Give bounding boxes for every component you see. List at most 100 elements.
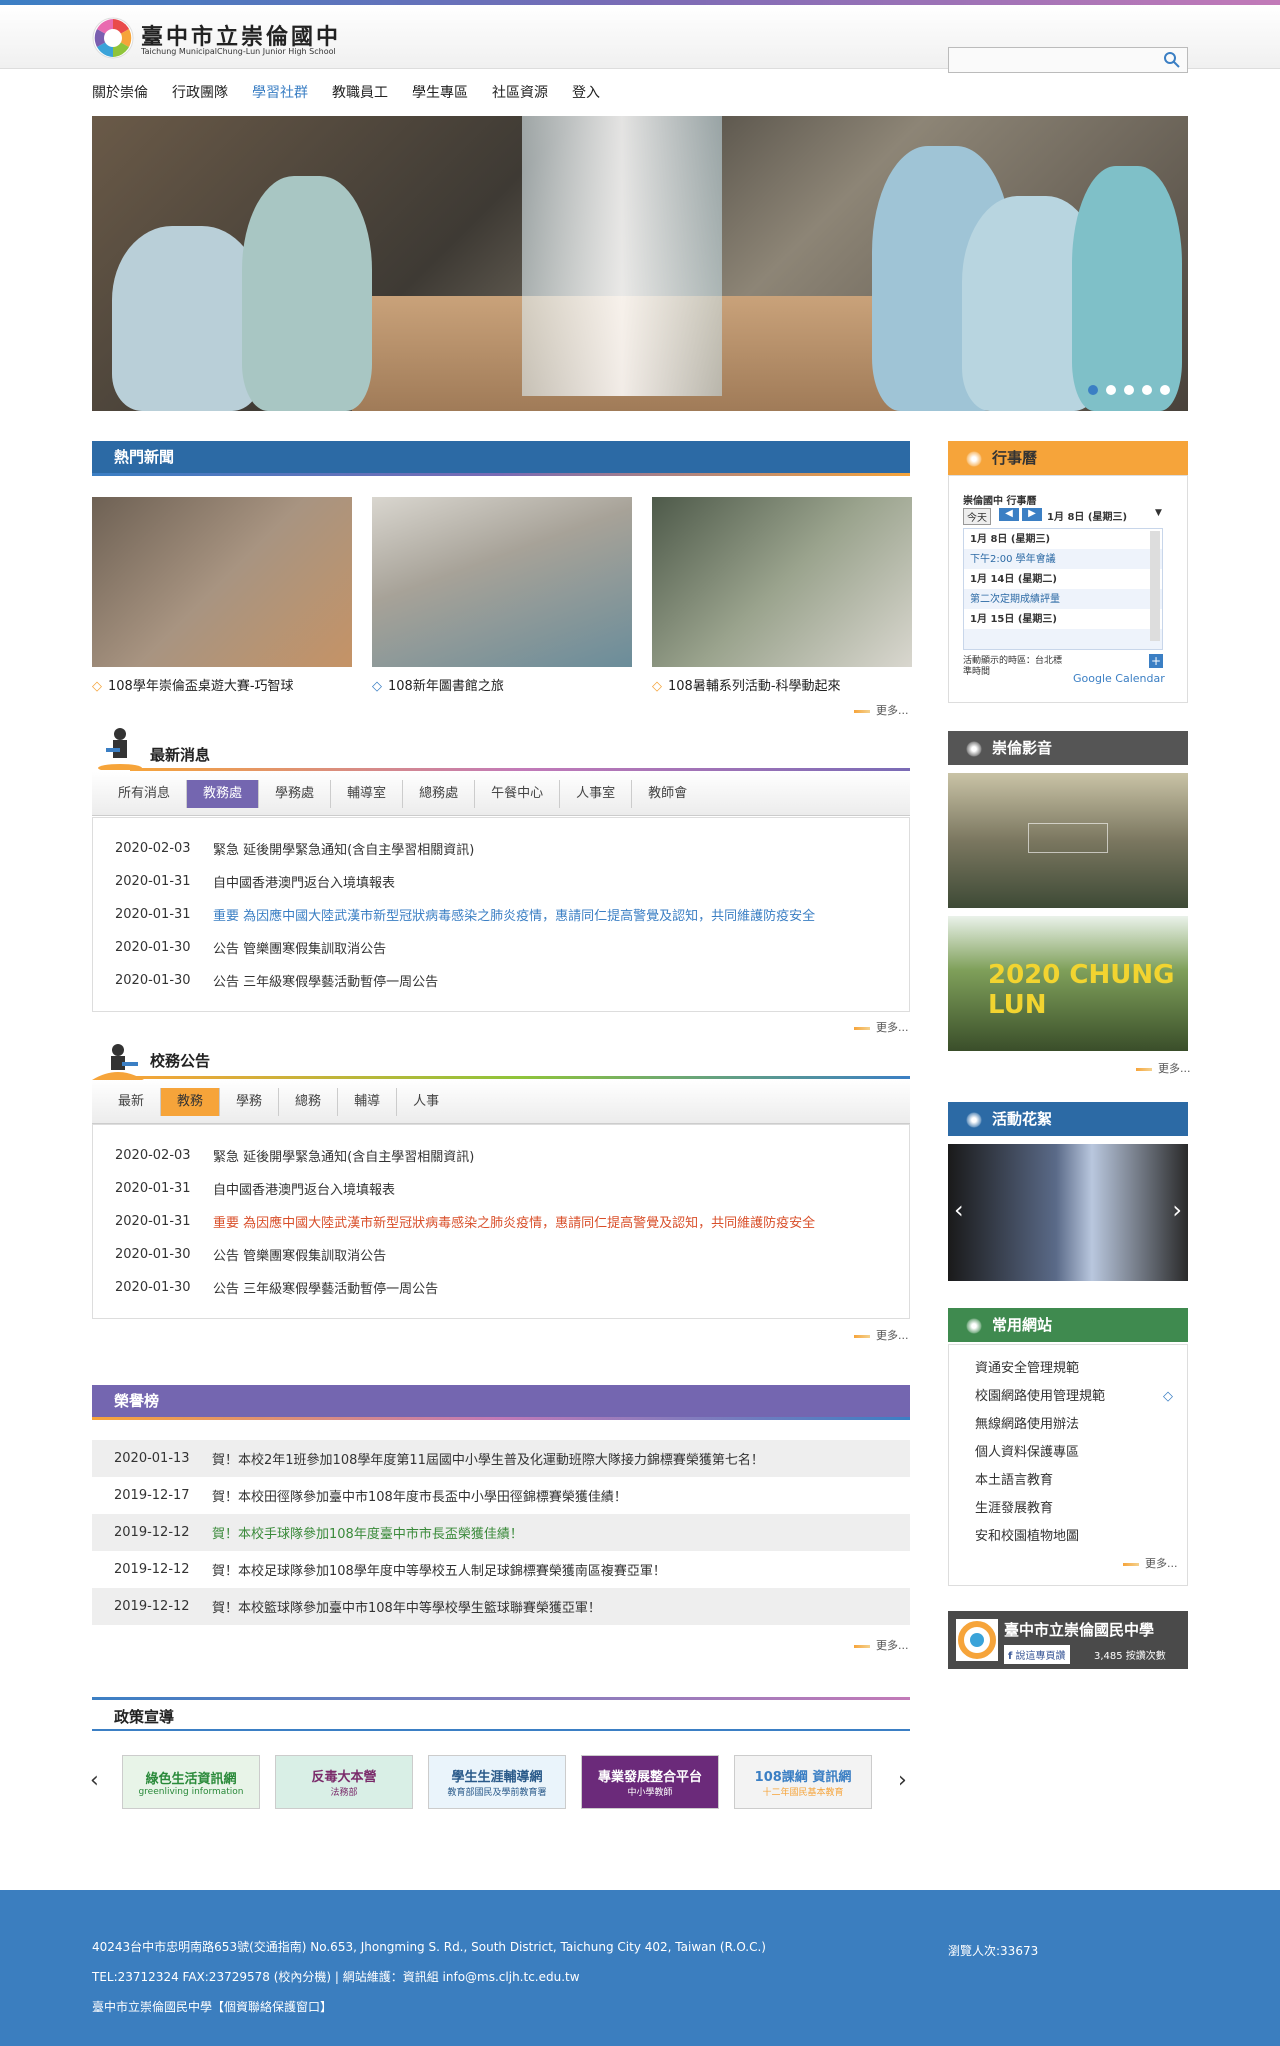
- carousel-dot[interactable]: [1106, 385, 1116, 395]
- link-item[interactable]: 本土語言教育: [949, 1467, 1187, 1495]
- item-title[interactable]: 緊急 延後開學緊急通知(含自主學習相關資訊): [213, 839, 474, 858]
- news-image[interactable]: [652, 497, 912, 667]
- policy-prev-arrow[interactable]: ‹: [90, 1768, 99, 1793]
- link-item[interactable]: 無線網路使用辦法: [949, 1411, 1187, 1439]
- honor-more-link[interactable]: 更多...: [854, 1637, 909, 1653]
- nav-students[interactable]: 學生專區: [412, 82, 468, 102]
- add-calendar-icon[interactable]: +: [1149, 654, 1163, 668]
- news-card[interactable]: ◇ 108暑輔系列活動-科學動起來: [652, 497, 912, 694]
- video-more-link[interactable]: 更多...: [1136, 1060, 1191, 1076]
- list-item[interactable]: 2020-01-13 賀！本校2年1班參加108學年度第11屆國中小學生普及化運動…: [92, 1440, 910, 1477]
- tab-all-news[interactable]: 所有消息: [102, 779, 188, 808]
- agenda-event[interactable]: 第二次定期成績評量: [964, 589, 1162, 609]
- chevron-down-icon[interactable]: ▼: [1155, 508, 1162, 518]
- tab-teachers-union[interactable]: 教師會: [632, 780, 703, 808]
- news-caption[interactable]: ◇ 108新年圖書館之旅: [372, 675, 632, 694]
- news-image[interactable]: [372, 497, 632, 667]
- list-item[interactable]: 2020-01-31 重要 為因應中國大陸武漢市新型冠狀病毒感染之肺炎疫情，惠請同…: [93, 898, 909, 931]
- news-image[interactable]: [92, 497, 352, 667]
- carousel-dot[interactable]: [1160, 385, 1170, 395]
- school-notices-more-link[interactable]: 更多...: [854, 1327, 909, 1343]
- calendar-next-button[interactable]: ▶: [1022, 508, 1042, 521]
- link-item[interactable]: 個人資料保護專區: [949, 1439, 1187, 1467]
- tab-student-affairs[interactable]: 學務處: [259, 779, 332, 808]
- hero-banner[interactable]: [92, 116, 1188, 411]
- footer-privacy-link[interactable]: 臺中市立崇倫國民中學【個資聯絡保護窗口】: [92, 1998, 332, 2015]
- tab-academic-office[interactable]: 教務處: [187, 779, 260, 808]
- links-more-link[interactable]: 更多...: [1123, 1555, 1178, 1571]
- tab-counseling[interactable]: 輔導室: [331, 779, 404, 808]
- list-item[interactable]: 2020-01-31 自中國香港澳門返台入境填報表: [93, 1172, 909, 1205]
- calendar-prev-button[interactable]: ◀: [999, 508, 1019, 521]
- nav-admin-team[interactable]: 行政團隊: [172, 82, 228, 102]
- list-item[interactable]: 2019-12-12 賀！本校手球隊參加108年度臺中市市長盃榮獲佳績！: [92, 1514, 910, 1551]
- item-title[interactable]: 緊急 延後開學緊急通知(含自主學習相關資訊): [213, 1146, 474, 1165]
- search-icon[interactable]: [1163, 51, 1181, 69]
- list-item[interactable]: 2020-02-03 緊急 延後開學緊急通知(含自主學習相關資訊): [93, 832, 909, 865]
- hot-news-more-link[interactable]: 更多...: [854, 702, 909, 718]
- news-caption[interactable]: ◇ 108暑輔系列活動-科學動起來: [652, 675, 912, 694]
- item-title[interactable]: 重要 為因應中國大陸武漢市新型冠狀病毒感染之肺炎疫情，惠請同仁提高警覺及認知，共…: [213, 1212, 815, 1231]
- item-title[interactable]: 公告 三年級寒假學藝活動暫停一周公告: [213, 971, 438, 990]
- item-title[interactable]: 賀！本校足球隊參加108學年度中等學校五人制足球錦標賽榮獲南區複賽亞軍！: [212, 1560, 666, 1579]
- item-title[interactable]: 公告 管樂團寒假集訓取消公告: [213, 938, 386, 957]
- tab-counsel[interactable]: 輔導: [338, 1087, 398, 1116]
- agenda-event[interactable]: 下午2:00 學年會議: [964, 549, 1162, 569]
- list-item[interactable]: 2019-12-12 賀！本校籃球隊參加臺中市108年中等學校學生籃球聯賽榮獲亞軍…: [92, 1588, 910, 1625]
- item-title[interactable]: 重要 為因應中國大陸武漢市新型冠狀病毒感染之肺炎疫情，惠請同仁提高警覺及認知，共…: [213, 905, 815, 924]
- list-item[interactable]: 2019-12-12 賀！本校足球隊參加108學年度中等學校五人制足球錦標賽榮獲南…: [92, 1551, 910, 1588]
- carousel-dot[interactable]: [1088, 385, 1098, 395]
- list-item[interactable]: 2020-01-30 公告 三年級寒假學藝活動暫停一周公告: [93, 1271, 909, 1304]
- nav-login[interactable]: 登入: [572, 82, 600, 102]
- list-item[interactable]: 2020-01-31 自中國香港澳門返台入境填報表: [93, 865, 909, 898]
- news-card[interactable]: ◇ 108新年圖書館之旅: [372, 497, 632, 694]
- link-item[interactable]: 校園網路使用管理規範 ◇: [949, 1383, 1187, 1411]
- tab-personnel[interactable]: 人事室: [560, 779, 633, 808]
- video-thumbnail-campus[interactable]: [948, 773, 1188, 908]
- policy-next-arrow[interactable]: ›: [898, 1768, 907, 1793]
- item-title[interactable]: 賀！本校田徑隊參加臺中市108年度市長盃中小學田徑錦標賽榮獲佳績！: [212, 1486, 627, 1505]
- list-item[interactable]: 2020-01-30 公告 管樂團寒假集訓取消公告: [93, 931, 909, 964]
- link-item[interactable]: 資通安全管理規範: [949, 1355, 1187, 1383]
- search-box[interactable]: [948, 47, 1188, 73]
- facebook-like-button[interactable]: f 說這專頁讚: [1004, 1645, 1070, 1664]
- agenda-scrollbar[interactable]: [1150, 531, 1160, 641]
- item-title[interactable]: 自中國香港澳門返台入境填報表: [213, 872, 395, 891]
- nav-staff[interactable]: 教職員工: [332, 82, 388, 102]
- school-logo-icon[interactable]: [92, 17, 134, 59]
- policy-logo-teacher-dev[interactable]: 專業發展整合平台 中小學教師: [581, 1755, 719, 1809]
- tab-general[interactable]: 總務: [279, 1087, 339, 1116]
- carousel-dot[interactable]: [1142, 385, 1152, 395]
- item-title[interactable]: 賀！本校籃球隊參加臺中市108年中等學校學生籃球聯賽榮獲亞軍！: [212, 1597, 601, 1616]
- policy-logo-greenliving[interactable]: 綠色生活資訊網 greenliving information: [122, 1755, 260, 1809]
- policy-logo-career[interactable]: 學生生涯輔導網 教育部國民及學前教育署: [428, 1755, 566, 1809]
- news-card[interactable]: ◇ 108學年崇倫盃桌遊大賽-巧智球: [92, 497, 352, 694]
- video-thumbnail-chunglun[interactable]: 2020 CHUNG LUN: [948, 916, 1188, 1051]
- facebook-page-widget[interactable]: 臺中市立崇倫國民中學 f 說這專頁讚 3,485 按讚次數: [948, 1611, 1188, 1669]
- gallery-prev-arrow[interactable]: ‹: [954, 1196, 964, 1224]
- calendar-today-button[interactable]: 今天: [963, 508, 991, 525]
- latest-news-more-link[interactable]: 更多...: [854, 1019, 909, 1035]
- link-item[interactable]: 安和校園植物地圖: [949, 1523, 1187, 1551]
- tab-hr[interactable]: 人事: [397, 1088, 455, 1116]
- link-item[interactable]: 生涯發展教育: [949, 1495, 1187, 1523]
- list-item[interactable]: 2020-01-30 公告 三年級寒假學藝活動暫停一周公告: [93, 964, 909, 997]
- calendar-date-label[interactable]: 1月 8日 (星期三): [1047, 508, 1127, 523]
- list-item[interactable]: 2020-01-31 重要 為因應中國大陸武漢市新型冠狀病毒感染之肺炎疫情，惠請同…: [93, 1205, 909, 1238]
- policy-logo-antidrug[interactable]: 反毒大本營 法務部: [275, 1755, 413, 1809]
- tab-lunch-center[interactable]: 午餐中心: [475, 779, 561, 808]
- list-item[interactable]: 2020-02-03 緊急 延後開學緊急通知(含自主學習相關資訊): [93, 1139, 909, 1172]
- nav-community[interactable]: 社區資源: [492, 82, 548, 102]
- policy-logo-108-curriculum[interactable]: 108課綱 資訊網 十二年國民基本教育: [734, 1755, 872, 1809]
- calendar-widget[interactable]: 崇倫國中 行事曆 今天 ◀ ▶ 1月 8日 (星期三) ▼ 1月 8日 (星期三…: [948, 475, 1188, 703]
- gallery-next-arrow[interactable]: ›: [1172, 1196, 1182, 1224]
- tab-latest[interactable]: 最新: [102, 1087, 162, 1116]
- tab-student[interactable]: 學務: [220, 1087, 280, 1116]
- item-title[interactable]: 賀！本校手球隊參加108年度臺中市市長盃榮獲佳績！: [212, 1523, 523, 1542]
- tab-academic[interactable]: 教務: [161, 1087, 221, 1116]
- list-item[interactable]: 2020-01-30 公告 管樂團寒假集訓取消公告: [93, 1238, 909, 1271]
- nav-learning-community[interactable]: 學習社群: [252, 82, 308, 102]
- item-title[interactable]: 公告 三年級寒假學藝活動暫停一周公告: [213, 1278, 438, 1297]
- google-calendar-logo[interactable]: Google Calendar: [1073, 672, 1165, 685]
- nav-about[interactable]: 關於崇倫: [92, 82, 148, 102]
